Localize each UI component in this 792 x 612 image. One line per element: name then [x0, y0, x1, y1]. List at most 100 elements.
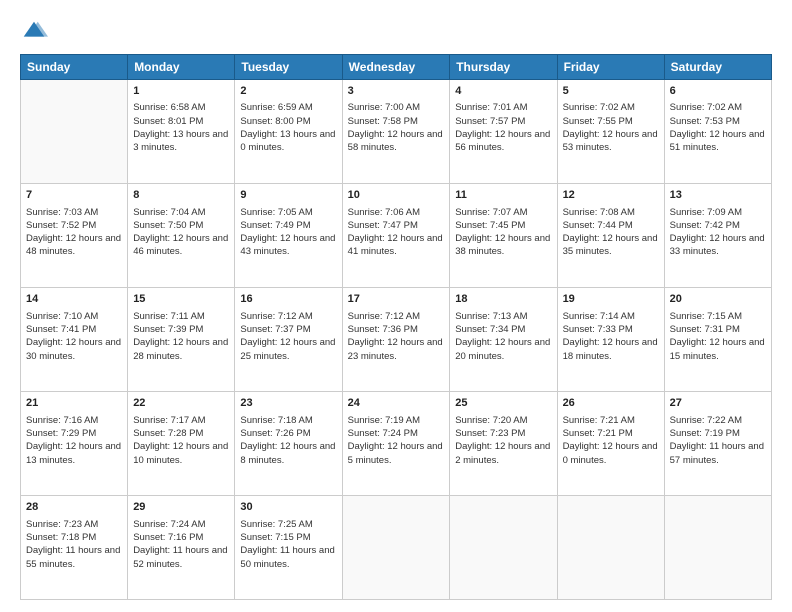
sunrise-text: Sunrise: 7:16 AM: [26, 414, 122, 427]
sunrise-text: Sunrise: 7:06 AM: [348, 206, 445, 219]
cell-content: 2Sunrise: 6:59 AMSunset: 8:00 PMDaylight…: [240, 84, 336, 155]
daylight-text: Daylight: 12 hours and 10 minutes.: [133, 440, 229, 467]
daylight-text: Daylight: 12 hours and 33 minutes.: [670, 232, 766, 259]
day-number: 18: [455, 292, 551, 307]
cell-content: 28Sunrise: 7:23 AMSunset: 7:18 PMDayligh…: [26, 500, 122, 571]
cell-content: 10Sunrise: 7:06 AMSunset: 7:47 PMDayligh…: [348, 188, 445, 259]
page: SundayMondayTuesdayWednesdayThursdayFrid…: [0, 0, 792, 612]
cell-content: 20Sunrise: 7:15 AMSunset: 7:31 PMDayligh…: [670, 292, 766, 363]
sunrise-text: Sunrise: 7:23 AM: [26, 518, 122, 531]
cell-content: 3Sunrise: 7:00 AMSunset: 7:58 PMDaylight…: [348, 84, 445, 155]
daylight-text: Daylight: 12 hours and 25 minutes.: [240, 336, 336, 363]
day-header-saturday: Saturday: [664, 55, 771, 80]
day-number: 26: [563, 396, 659, 411]
daylight-text: Daylight: 13 hours and 0 minutes.: [240, 128, 336, 155]
calendar-cell: 5Sunrise: 7:02 AMSunset: 7:55 PMDaylight…: [557, 80, 664, 184]
daylight-text: Daylight: 12 hours and 23 minutes.: [348, 336, 445, 363]
day-header-wednesday: Wednesday: [342, 55, 450, 80]
day-number: 16: [240, 292, 336, 307]
daylight-text: Daylight: 12 hours and 53 minutes.: [563, 128, 659, 155]
calendar-cell: 9Sunrise: 7:05 AMSunset: 7:49 PMDaylight…: [235, 184, 342, 288]
cell-content: 21Sunrise: 7:16 AMSunset: 7:29 PMDayligh…: [26, 396, 122, 467]
cell-content: 25Sunrise: 7:20 AMSunset: 7:23 PMDayligh…: [455, 396, 551, 467]
calendar-cell: 3Sunrise: 7:00 AMSunset: 7:58 PMDaylight…: [342, 80, 450, 184]
day-number: 9: [240, 188, 336, 203]
daylight-text: Daylight: 13 hours and 3 minutes.: [133, 128, 229, 155]
cell-content: 16Sunrise: 7:12 AMSunset: 7:37 PMDayligh…: [240, 292, 336, 363]
day-number: 4: [455, 84, 551, 99]
sunset-text: Sunset: 7:33 PM: [563, 323, 659, 336]
calendar-cell: 10Sunrise: 7:06 AMSunset: 7:47 PMDayligh…: [342, 184, 450, 288]
day-number: 14: [26, 292, 122, 307]
sunrise-text: Sunrise: 7:08 AM: [563, 206, 659, 219]
cell-content: 17Sunrise: 7:12 AMSunset: 7:36 PMDayligh…: [348, 292, 445, 363]
calendar-cell: 23Sunrise: 7:18 AMSunset: 7:26 PMDayligh…: [235, 392, 342, 496]
sunrise-text: Sunrise: 7:00 AM: [348, 101, 445, 114]
sunrise-text: Sunrise: 7:18 AM: [240, 414, 336, 427]
day-header-thursday: Thursday: [450, 55, 557, 80]
cell-content: 6Sunrise: 7:02 AMSunset: 7:53 PMDaylight…: [670, 84, 766, 155]
calendar-cell: [342, 496, 450, 600]
sunset-text: Sunset: 7:42 PM: [670, 219, 766, 232]
cell-content: 7Sunrise: 7:03 AMSunset: 7:52 PMDaylight…: [26, 188, 122, 259]
cell-content: 26Sunrise: 7:21 AMSunset: 7:21 PMDayligh…: [563, 396, 659, 467]
daylight-text: Daylight: 12 hours and 0 minutes.: [563, 440, 659, 467]
calendar-table: SundayMondayTuesdayWednesdayThursdayFrid…: [20, 54, 772, 600]
daylight-text: Daylight: 12 hours and 51 minutes.: [670, 128, 766, 155]
day-header-friday: Friday: [557, 55, 664, 80]
sunrise-text: Sunrise: 7:14 AM: [563, 310, 659, 323]
day-number: 3: [348, 84, 445, 99]
sunrise-text: Sunrise: 7:25 AM: [240, 518, 336, 531]
day-number: 7: [26, 188, 122, 203]
calendar-cell: 20Sunrise: 7:15 AMSunset: 7:31 PMDayligh…: [664, 288, 771, 392]
sunset-text: Sunset: 7:16 PM: [133, 531, 229, 544]
sunrise-text: Sunrise: 7:22 AM: [670, 414, 766, 427]
daylight-text: Daylight: 12 hours and 35 minutes.: [563, 232, 659, 259]
day-number: 6: [670, 84, 766, 99]
calendar-cell: [21, 80, 128, 184]
sunset-text: Sunset: 7:47 PM: [348, 219, 445, 232]
sunrise-text: Sunrise: 7:24 AM: [133, 518, 229, 531]
day-number: 15: [133, 292, 229, 307]
calendar-cell: 14Sunrise: 7:10 AMSunset: 7:41 PMDayligh…: [21, 288, 128, 392]
daylight-text: Daylight: 12 hours and 2 minutes.: [455, 440, 551, 467]
sunrise-text: Sunrise: 7:17 AM: [133, 414, 229, 427]
calendar-cell: 25Sunrise: 7:20 AMSunset: 7:23 PMDayligh…: [450, 392, 557, 496]
sunset-text: Sunset: 7:34 PM: [455, 323, 551, 336]
week-row-1: 1Sunrise: 6:58 AMSunset: 8:01 PMDaylight…: [21, 80, 772, 184]
day-number: 20: [670, 292, 766, 307]
sunset-text: Sunset: 7:18 PM: [26, 531, 122, 544]
cell-content: 27Sunrise: 7:22 AMSunset: 7:19 PMDayligh…: [670, 396, 766, 467]
calendar-cell: 17Sunrise: 7:12 AMSunset: 7:36 PMDayligh…: [342, 288, 450, 392]
sunrise-text: Sunrise: 7:11 AM: [133, 310, 229, 323]
calendar-cell: 11Sunrise: 7:07 AMSunset: 7:45 PMDayligh…: [450, 184, 557, 288]
sunset-text: Sunset: 7:45 PM: [455, 219, 551, 232]
week-row-2: 7Sunrise: 7:03 AMSunset: 7:52 PMDaylight…: [21, 184, 772, 288]
calendar-cell: [664, 496, 771, 600]
sunset-text: Sunset: 7:31 PM: [670, 323, 766, 336]
header-row: SundayMondayTuesdayWednesdayThursdayFrid…: [21, 55, 772, 80]
sunset-text: Sunset: 8:01 PM: [133, 115, 229, 128]
day-number: 17: [348, 292, 445, 307]
sunset-text: Sunset: 7:50 PM: [133, 219, 229, 232]
cell-content: 4Sunrise: 7:01 AMSunset: 7:57 PMDaylight…: [455, 84, 551, 155]
day-number: 2: [240, 84, 336, 99]
cell-content: 19Sunrise: 7:14 AMSunset: 7:33 PMDayligh…: [563, 292, 659, 363]
day-number: 25: [455, 396, 551, 411]
sunrise-text: Sunrise: 7:05 AM: [240, 206, 336, 219]
day-number: 22: [133, 396, 229, 411]
calendar-cell: [450, 496, 557, 600]
sunrise-text: Sunrise: 7:12 AM: [348, 310, 445, 323]
day-header-monday: Monday: [128, 55, 235, 80]
sunset-text: Sunset: 7:28 PM: [133, 427, 229, 440]
sunrise-text: Sunrise: 7:15 AM: [670, 310, 766, 323]
calendar-cell: [557, 496, 664, 600]
day-number: 27: [670, 396, 766, 411]
sunrise-text: Sunrise: 7:04 AM: [133, 206, 229, 219]
daylight-text: Daylight: 12 hours and 30 minutes.: [26, 336, 122, 363]
calendar-cell: 22 Sunrise: 7:17 AMSunset: 7:28 PMDayligh…: [128, 392, 235, 496]
cell-content: 5Sunrise: 7:02 AMSunset: 7:55 PMDaylight…: [563, 84, 659, 155]
sunset-text: Sunset: 7:15 PM: [240, 531, 336, 544]
sunrise-text: Sunrise: 7:20 AM: [455, 414, 551, 427]
sunset-text: Sunset: 7:37 PM: [240, 323, 336, 336]
